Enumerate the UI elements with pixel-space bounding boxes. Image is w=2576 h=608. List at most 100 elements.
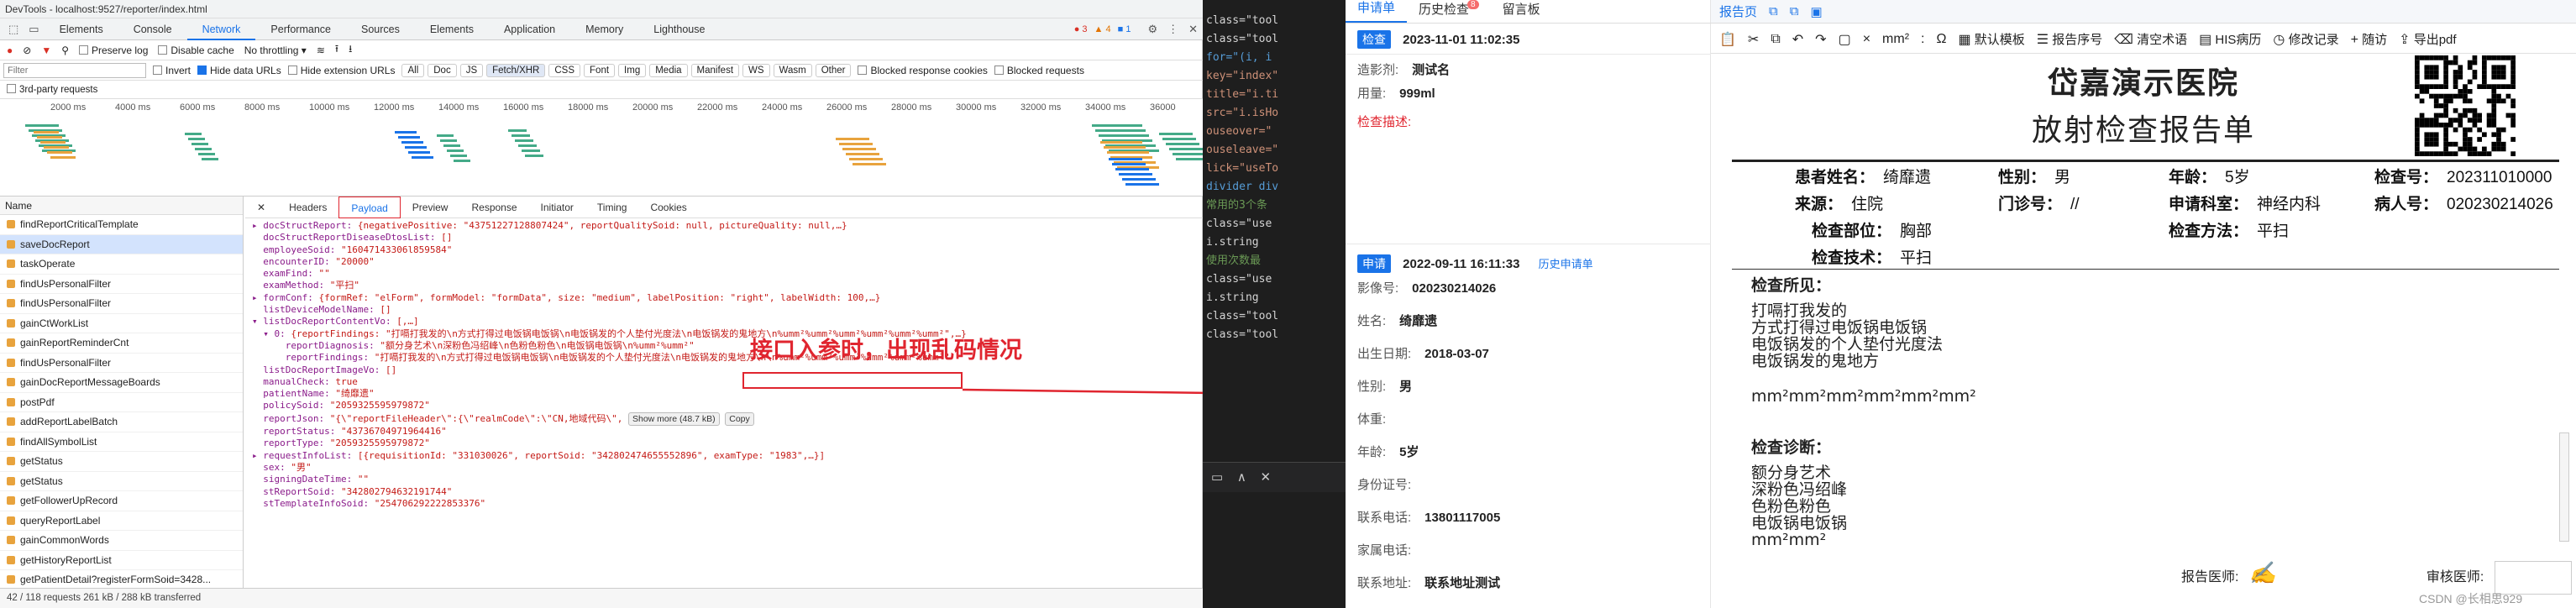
tab-application-form[interactable]: 申请单 — [1346, 0, 1408, 23]
default-template-button[interactable]: ▦ 默认模板 — [1958, 30, 2024, 48]
upload-icon[interactable]: ⭱ — [335, 41, 338, 59]
redo-icon[interactable]: ↷ — [1815, 31, 1826, 48]
findings-text[interactable]: 打嗝打我发的 方式打得过电饭锅电饭锅 电饭锅发的个人垫付光度法 电饭锅发的鬼地方 — [1751, 302, 1943, 370]
blocked-cookies-checkbox[interactable]: Blocked response cookies — [858, 65, 988, 76]
filter-chip-js[interactable]: JS — [459, 63, 484, 77]
filter-chip-other[interactable]: Other — [815, 63, 852, 77]
request-row[interactable]: findUsPersonalFilter — [0, 294, 243, 314]
modify-record-button[interactable]: ◷ 修改记录 — [2273, 30, 2338, 48]
tab-elements-2[interactable]: Elements — [415, 18, 489, 40]
clear-icon[interactable]: ⊘ — [23, 45, 31, 56]
tab-report-page[interactable]: 报告页 — [1719, 3, 1757, 20]
filter-chip-img[interactable]: Img — [618, 63, 647, 77]
request-row[interactable]: saveDocReport — [0, 234, 243, 254]
request-row[interactable]: getHistoryReportList — [0, 551, 243, 570]
request-row[interactable]: gainCommonWords — [0, 531, 243, 551]
filter-chip-fetchxhr[interactable]: Fetch/XHR — [486, 63, 546, 77]
tab-preview[interactable]: Preview — [401, 197, 460, 218]
request-row[interactable]: getPatientDetail?registerFormSoid=3428..… — [0, 570, 243, 590]
filter-chip-manifest[interactable]: Manifest — [690, 63, 740, 77]
tab-sources[interactable]: Sources — [346, 18, 415, 40]
filter-chip-media[interactable]: Media — [649, 63, 688, 77]
blocked-requests-checkbox[interactable]: Blocked requests — [994, 65, 1084, 76]
tab-headers[interactable]: Headers — [277, 197, 338, 218]
invert-checkbox[interactable]: Invert — [153, 65, 191, 76]
request-row[interactable]: findAllSymbolList — [0, 432, 243, 452]
tab-response[interactable]: Response — [459, 197, 528, 218]
device-icon[interactable]: ▭ — [29, 23, 39, 36]
panel-maximize-icon[interactable]: ▭ — [1211, 470, 1223, 485]
third-party-checkbox[interactable]: 3rd-party requests — [7, 84, 97, 95]
multiply-sign-icon[interactable]: × — [1863, 32, 1870, 47]
editor-scrollbar[interactable] — [2559, 432, 2569, 542]
filter-chip-doc[interactable]: Doc — [428, 63, 457, 77]
copy-button[interactable]: Copy — [725, 411, 754, 427]
close-icon[interactable]: ✕ — [1188, 23, 1198, 36]
hide-extension-urls-checkbox[interactable]: Hide extension URLs — [287, 65, 395, 76]
tab-performance[interactable]: Performance — [255, 18, 346, 40]
panel-close-icon[interactable]: ✕ — [1261, 470, 1272, 485]
more-menu-icon[interactable]: ⋮ — [1167, 23, 1178, 36]
tab-console[interactable]: Console — [118, 18, 187, 40]
tab-initiator[interactable]: Initiator — [529, 197, 585, 218]
preserve-log-checkbox[interactable]: Preserve log — [79, 45, 148, 56]
filter-chip-css[interactable]: CSS — [548, 63, 581, 77]
format-icon[interactable]: ▢ — [1839, 31, 1851, 48]
filter-chip-all[interactable]: All — [401, 63, 425, 77]
filter-icon[interactable]: ▼ — [41, 45, 51, 56]
tab-network[interactable]: Network — [186, 18, 256, 40]
request-row[interactable]: gainCtWorkList — [0, 314, 243, 333]
download-icon[interactable]: ⭳ — [349, 41, 352, 59]
tab-memory[interactable]: Memory — [570, 18, 638, 40]
clear-terms-button[interactable]: ⌫ 清空术语 — [2114, 30, 2187, 48]
close-detail-icon[interactable]: ✕ — [245, 197, 277, 218]
omega-icon[interactable]: Ω — [1936, 32, 1946, 47]
hide-data-urls-checkbox[interactable]: Hide data URLs — [197, 65, 281, 76]
request-row[interactable]: findUsPersonalFilter — [0, 354, 243, 373]
request-row[interactable]: findReportCriticalTemplate — [0, 215, 243, 235]
follow-up-button[interactable]: + 随访 — [2351, 30, 2388, 48]
tab-payload[interactable]: Payload — [338, 196, 401, 218]
history-apply-link[interactable]: 历史申请单 — [1539, 258, 1593, 270]
tab-lighthouse[interactable]: Lighthouse — [638, 18, 720, 40]
panel-collapse-icon[interactable]: ∧ — [1237, 470, 1246, 485]
paste-icon[interactable]: 📋 — [1719, 31, 1736, 48]
request-row[interactable]: gainDocReportMessageBoards — [0, 373, 243, 393]
tab-cookies[interactable]: Cookies — [638, 197, 698, 218]
diagnosis-text[interactable]: 额分身艺术 深粉色冯绍峰 色粉色粉色 电饭锅电饭锅 mm²mm² — [1751, 464, 1847, 548]
his-record-button[interactable]: ▤ HIS病历 — [2199, 30, 2261, 48]
error-count-badge[interactable]: ● 3 — [1074, 24, 1088, 34]
request-row[interactable]: queryReportLabel — [0, 511, 243, 531]
wifi-icon[interactable]: ≋ — [317, 45, 325, 56]
payload-viewer[interactable]: ▸ docStructReport: {negativePositive: "4… — [252, 220, 1193, 586]
info-count-badge[interactable]: ■ 1 — [1118, 24, 1131, 34]
filter-chip-wasm[interactable]: Wasm — [773, 63, 812, 77]
tab-history-exam[interactable]: 历史检查 8 — [1407, 0, 1491, 23]
request-row[interactable]: addReportLabelBatch — [0, 412, 243, 432]
undo-icon[interactable]: ↶ — [1792, 31, 1803, 48]
filter-chip-font[interactable]: Font — [584, 63, 616, 77]
request-row[interactable]: taskOperate — [0, 254, 243, 275]
duplicate-icon[interactable]: ⧉ — [1790, 4, 1799, 18]
record-icon[interactable]: ● — [7, 45, 13, 56]
request-row[interactable]: getStatus — [0, 452, 243, 472]
garbled-findings-text[interactable]: mm²mm²mm²mm²mm²mm² — [1751, 388, 1976, 405]
copy-icon[interactable]: ⧉ — [1771, 32, 1780, 47]
request-row[interactable]: gainReportReminderCnt — [0, 333, 243, 354]
request-row[interactable]: findUsPersonalFilter — [0, 275, 243, 294]
search-icon[interactable]: ⚲ — [61, 45, 69, 56]
warning-count-badge[interactable]: ▲ 4 — [1094, 24, 1111, 34]
image-icon[interactable]: ▣ — [1810, 4, 1822, 19]
copy-page-icon[interactable]: ⧉ — [1769, 4, 1778, 18]
request-row[interactable]: getFollowerUpRecord — [0, 491, 243, 511]
colon-icon[interactable]: : — [1921, 32, 1924, 47]
tab-timing[interactable]: Timing — [585, 197, 639, 218]
filter-chip-ws[interactable]: WS — [742, 63, 770, 77]
network-timeline[interactable]: 2000 ms 4000 ms 6000 ms 8000 ms 10000 ms 1200… — [0, 99, 1209, 197]
filter-input[interactable] — [3, 62, 146, 78]
report-serial-button[interactable]: ☰ 报告序号 — [2037, 30, 2103, 48]
throttling-select[interactable]: No throttling ▾ — [244, 45, 307, 56]
tab-elements[interactable]: Elements — [45, 18, 118, 40]
inspect-icon[interactable]: ⬚ — [8, 23, 18, 36]
show-more-button[interactable]: Show more (48.7 kB) — [627, 411, 720, 427]
